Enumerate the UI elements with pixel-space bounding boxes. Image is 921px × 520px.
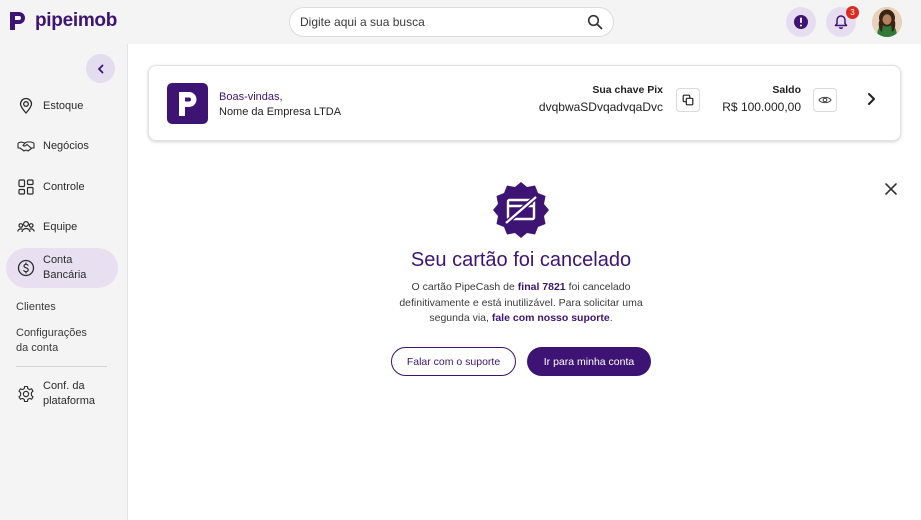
location-pin-icon: [19, 97, 33, 114]
notifications-button[interactable]: 3: [826, 6, 859, 37]
sidebar-item-conta-bancaria[interactable]: Conta Bancária: [6, 248, 118, 288]
copy-icon: [682, 94, 694, 106]
search-icon[interactable]: [587, 14, 603, 30]
sidebar-item-label: Estoque: [43, 99, 84, 112]
copy-pix-key-button[interactable]: [676, 88, 700, 112]
sidebar-subitem-clientes[interactable]: Clientes: [16, 300, 116, 315]
card-cancelled-seal-icon: [493, 182, 549, 238]
contact-support-button[interactable]: Falar com o suporte: [391, 347, 516, 376]
notice-description: O cartão PipeCash de final 7821 foi canc…: [391, 280, 651, 327]
user-avatar-image: [872, 7, 902, 37]
toggle-balance-visibility-button[interactable]: [813, 88, 837, 112]
pix-key-value: dvqbwaSDvqadvqaDvc: [538, 100, 663, 114]
account-summary-card: Boas-vindas, Nome da Empresa LTDA Sua ch…: [148, 65, 901, 141]
company-name: Nome da Empresa LTDA: [219, 106, 342, 118]
close-icon[interactable]: [883, 181, 899, 197]
sidebar: Estoque Negócios Controle Equipe Conta B…: [0, 44, 128, 520]
pix-key-label: Sua chave Pix: [592, 84, 663, 96]
go-to-account-button[interactable]: Ir para minha conta: [527, 347, 651, 376]
handshake-icon: [17, 141, 35, 152]
pipeimob-logo-icon: [178, 91, 196, 116]
balance-label: Saldo: [772, 84, 801, 96]
logo[interactable]: pipeimob: [8, 10, 117, 32]
sidebar-item-label: Conf. da plataforma: [43, 380, 95, 407]
sidebar-item-label: Conta Bancária: [43, 254, 87, 281]
sidebar-subitem-configuracoes-da-conta[interactable]: Configurações da conta: [16, 326, 96, 356]
sidebar-divider: [16, 366, 107, 367]
card-final-number: final 7821: [517, 281, 566, 293]
alert-button[interactable]: [786, 7, 816, 37]
balance-value: R$ 100.000,00: [722, 100, 801, 114]
chevron-left-icon: [97, 64, 103, 73]
sidebar-item-negocios[interactable]: Negócios: [6, 126, 118, 166]
sidebar-item-conf-plataforma[interactable]: Conf. da plataforma: [6, 374, 118, 414]
search-bar[interactable]: [289, 7, 614, 37]
notification-count-badge: 3: [846, 6, 859, 19]
brand-name: pipeimob: [35, 10, 118, 31]
company-logo: [167, 83, 208, 124]
sidebar-item-estoque[interactable]: Estoque: [6, 86, 118, 126]
sidebar-item-equipe[interactable]: Equipe: [6, 207, 118, 247]
sidebar-item-label: Equipe: [43, 220, 78, 233]
notice-text: O cartão PipeCash de: [411, 281, 518, 293]
welcome-text: Boas-vindas,: [219, 91, 283, 103]
team-icon: [17, 220, 35, 233]
avatar[interactable]: [872, 7, 902, 37]
notice-title: Seu cartão foi cancelado: [410, 249, 632, 271]
sidebar-item-label: Negócios: [43, 139, 89, 152]
sidebar-item-controle[interactable]: Controle: [6, 167, 118, 207]
dollar-circle-icon: [17, 259, 35, 277]
chevron-right-icon[interactable]: [863, 91, 879, 107]
exclamation-icon: [794, 15, 808, 29]
pipeimob-logo-icon: [10, 12, 25, 30]
eye-icon: [818, 96, 832, 104]
grid-icon: [18, 179, 34, 195]
collapse-sidebar-button[interactable]: [86, 54, 115, 83]
sidebar-item-label: Controle: [43, 180, 85, 193]
top-bar: pipeimob 3: [0, 0, 921, 44]
search-input[interactable]: [300, 15, 587, 29]
notice-text: .: [609, 312, 613, 324]
gear-icon: [18, 385, 34, 403]
support-link[interactable]: fale com nosso suporte: [492, 312, 610, 324]
